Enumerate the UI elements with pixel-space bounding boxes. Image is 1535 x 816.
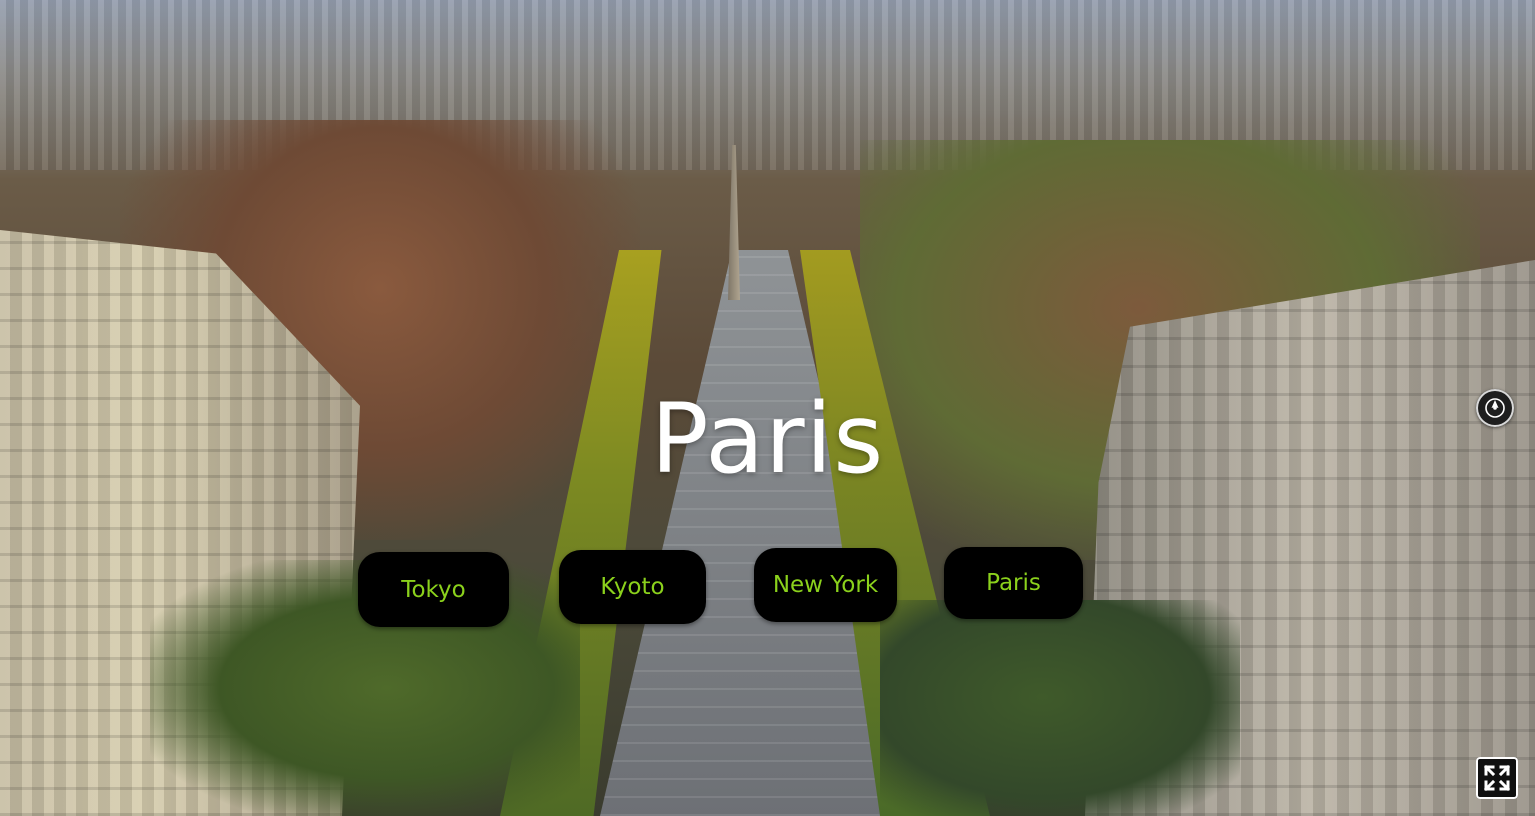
compass-button[interactable] [1476,389,1514,427]
paris-button[interactable]: Paris [944,547,1083,619]
city-title: Paris [650,383,885,495]
panorama-viewer[interactable]: Paris Tokyo Kyoto New York Paris [0,0,1535,816]
tokyo-button[interactable]: Tokyo [358,552,509,627]
new-york-button[interactable]: New York [754,548,897,622]
kyoto-button[interactable]: Kyoto [559,550,706,624]
fullscreen-icon [1483,764,1511,792]
background-greenery-right [880,600,1240,816]
fullscreen-button[interactable] [1476,757,1518,799]
compass-icon [1485,398,1505,418]
